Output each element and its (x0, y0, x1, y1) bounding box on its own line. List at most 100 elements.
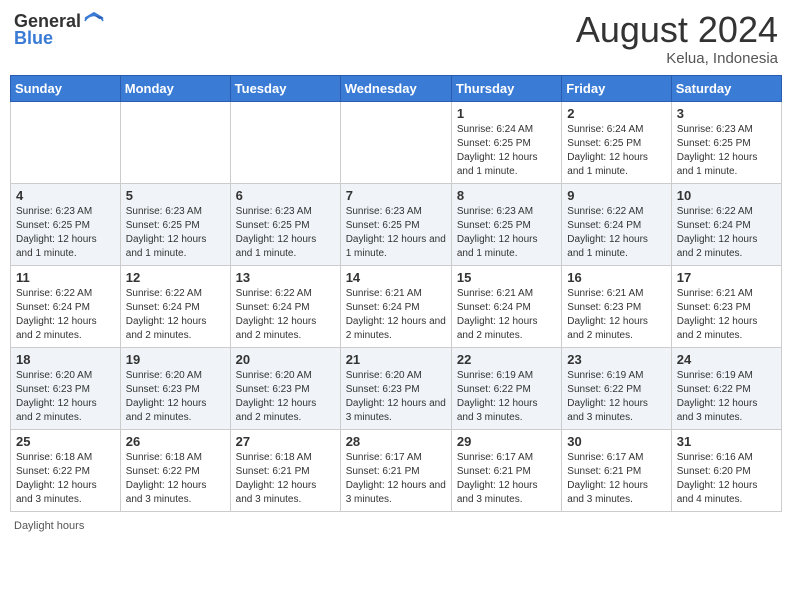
day-number: 31 (677, 434, 776, 449)
title-area: August 2024 Kelua, Indonesia (576, 10, 778, 67)
day-info: Sunrise: 6:23 AMSunset: 6:25 PMDaylight:… (677, 123, 776, 179)
day-info: Sunrise: 6:23 AMSunset: 6:25 PMDaylight:… (236, 205, 335, 261)
calendar-week-2: 4Sunrise: 6:23 AMSunset: 6:25 PMDaylight… (11, 183, 782, 265)
day-info: Sunrise: 6:22 AMSunset: 6:24 PMDaylight:… (16, 287, 115, 343)
logo-icon (83, 10, 105, 32)
logo: General Blue (14, 10, 105, 49)
day-info: Sunrise: 6:23 AMSunset: 6:25 PMDaylight:… (346, 205, 446, 261)
day-number: 1 (457, 106, 556, 121)
calendar-dow-wednesday: Wednesday (340, 75, 451, 101)
day-info: Sunrise: 6:20 AMSunset: 6:23 PMDaylight:… (236, 369, 335, 425)
calendar-cell-12: 9 Sunrise: 6:22 AMSunset: 6:24 PMDaylight… (562, 183, 671, 265)
day-number: 22 (457, 352, 556, 367)
day-number: 5 (126, 188, 225, 203)
calendar-cell-34: 31 Sunrise: 6:16 AMSunset: 6:20 PMDayligh… (671, 429, 781, 511)
day-number: 8 (457, 188, 556, 203)
day-number: 9 (567, 188, 665, 203)
day-info: Sunrise: 6:24 AMSunset: 6:25 PMDaylight:… (567, 123, 665, 179)
day-number: 12 (126, 270, 225, 285)
calendar-cell-9: 6 Sunrise: 6:23 AMSunset: 6:25 PMDaylight… (230, 183, 340, 265)
calendar-cell-15: 12 Sunrise: 6:22 AMSunset: 6:24 PMDayligh… (120, 265, 230, 347)
day-info: Sunrise: 6:21 AMSunset: 6:24 PMDaylight:… (457, 287, 556, 343)
day-info: Sunrise: 6:17 AMSunset: 6:21 PMDaylight:… (457, 451, 556, 507)
calendar-cell-26: 23Sunrise: 6:19 AMSunset: 6:22 PMDayligh… (562, 347, 671, 429)
day-number: 25 (16, 434, 115, 449)
calendar-cell-19: 16 Sunrise: 6:21 AMSunset: 6:23 PMDayligh… (562, 265, 671, 347)
calendar-cell-6: 3 Sunrise: 6:23 AMSunset: 6:25 PMDaylight… (671, 101, 781, 183)
calendar-cell-21: 18 Sunrise: 6:20 AMSunset: 6:23 PMDayligh… (11, 347, 121, 429)
calendar-week-1: 1 Sunrise: 6:24 AMSunset: 6:25 PMDaylight… (11, 101, 782, 183)
footer-text: Daylight hours (14, 520, 84, 532)
logo-blue: Blue (14, 28, 53, 49)
calendar-cell-4: 1Sunrise: 6:24 AMSunset: 6:25 PMDaylight… (451, 101, 561, 183)
day-number: 20 (236, 352, 335, 367)
day-number: 28 (346, 434, 446, 449)
day-number: 27 (236, 434, 335, 449)
calendar-cell-1 (120, 101, 230, 183)
day-number: 19 (126, 352, 225, 367)
footer: Daylight hours (10, 520, 782, 532)
calendar-dow-sunday: Sunday (11, 75, 121, 101)
calendar-cell-2 (230, 101, 340, 183)
calendar-cell-25: 22Sunrise: 6:19 AMSunset: 6:22 PMDayligh… (451, 347, 561, 429)
calendar-dow-monday: Monday (120, 75, 230, 101)
day-info: Sunrise: 6:23 AMSunset: 6:25 PMDaylight:… (457, 205, 556, 261)
calendar-cell-30: 27Sunrise: 6:18 AMSunset: 6:21 PMDayligh… (230, 429, 340, 511)
day-info: Sunrise: 6:18 AMSunset: 6:22 PMDaylight:… (126, 451, 225, 507)
day-number: 26 (126, 434, 225, 449)
calendar-cell-7: 4Sunrise: 6:23 AMSunset: 6:25 PMDaylight… (11, 183, 121, 265)
day-number: 6 (236, 188, 335, 203)
month-title: August 2024 (576, 10, 778, 50)
day-info: Sunrise: 6:22 AMSunset: 6:24 PMDaylight:… (236, 287, 335, 343)
calendar-week-4: 18 Sunrise: 6:20 AMSunset: 6:23 PMDayligh… (11, 347, 782, 429)
day-number: 14 (346, 270, 446, 285)
day-info: Sunrise: 6:21 AMSunset: 6:23 PMDaylight:… (567, 287, 665, 343)
calendar-cell-18: 15 Sunrise: 6:21 AMSunset: 6:24 PMDayligh… (451, 265, 561, 347)
day-info: Sunrise: 6:17 AMSunset: 6:21 PMDaylight:… (346, 451, 446, 507)
calendar-cell-5: 2 Sunrise: 6:24 AMSunset: 6:25 PMDaylight… (562, 101, 671, 183)
calendar-cell-24: 21 Sunrise: 6:20 AMSunset: 6:23 PMDayligh… (340, 347, 451, 429)
calendar-dow-thursday: Thursday (451, 75, 561, 101)
calendar-cell-11: 8 Sunrise: 6:23 AMSunset: 6:25 PMDaylight… (451, 183, 561, 265)
day-number: 16 (567, 270, 665, 285)
day-info: Sunrise: 6:20 AMSunset: 6:23 PMDaylight:… (346, 369, 446, 425)
day-number: 3 (677, 106, 776, 121)
location: Kelua, Indonesia (576, 50, 778, 67)
day-info: Sunrise: 6:22 AMSunset: 6:24 PMDaylight:… (567, 205, 665, 261)
day-info: Sunrise: 6:22 AMSunset: 6:24 PMDaylight:… (126, 287, 225, 343)
calendar-dow-tuesday: Tuesday (230, 75, 340, 101)
day-info: Sunrise: 6:21 AMSunset: 6:23 PMDaylight:… (677, 287, 776, 343)
calendar-week-3: 11 Sunrise: 6:22 AMSunset: 6:24 PMDayligh… (11, 265, 782, 347)
calendar-cell-29: 26 Sunrise: 6:18 AMSunset: 6:22 PMDayligh… (120, 429, 230, 511)
day-number: 15 (457, 270, 556, 285)
day-info: Sunrise: 6:23 AMSunset: 6:25 PMDaylight:… (16, 205, 115, 261)
calendar-cell-23: 20 Sunrise: 6:20 AMSunset: 6:23 PMDayligh… (230, 347, 340, 429)
day-info: Sunrise: 6:19 AMSunset: 6:22 PMDaylight:… (567, 369, 665, 425)
day-info: Sunrise: 6:21 AMSunset: 6:24 PMDaylight:… (346, 287, 446, 343)
calendar-cell-31: 28 Sunrise: 6:17 AMSunset: 6:21 PMDayligh… (340, 429, 451, 511)
calendar-dow-friday: Friday (562, 75, 671, 101)
day-info: Sunrise: 6:18 AMSunset: 6:22 PMDaylight:… (16, 451, 115, 507)
day-number: 11 (16, 270, 115, 285)
day-number: 29 (457, 434, 556, 449)
calendar-week-5: 25 Sunrise: 6:18 AMSunset: 6:22 PMDayligh… (11, 429, 782, 511)
day-number: 7 (346, 188, 446, 203)
day-number: 2 (567, 106, 665, 121)
day-info: Sunrise: 6:20 AMSunset: 6:23 PMDaylight:… (16, 369, 115, 425)
calendar-cell-32: 29 Sunrise: 6:17 AMSunset: 6:21 PMDayligh… (451, 429, 561, 511)
page-header: General Blue August 2024 Kelua, Indonesi… (10, 10, 782, 67)
day-number: 21 (346, 352, 446, 367)
calendar-table: SundayMondayTuesdayWednesdayThursdayFrid… (10, 75, 782, 512)
calendar-dow-saturday: Saturday (671, 75, 781, 101)
calendar-header-row: SundayMondayTuesdayWednesdayThursdayFrid… (11, 75, 782, 101)
calendar-cell-14: 11 Sunrise: 6:22 AMSunset: 6:24 PMDayligh… (11, 265, 121, 347)
day-number: 30 (567, 434, 665, 449)
day-number: 24 (677, 352, 776, 367)
day-number: 18 (16, 352, 115, 367)
day-info: Sunrise: 6:16 AMSunset: 6:20 PMDaylight:… (677, 451, 776, 507)
calendar-cell-16: 13Sunrise: 6:22 AMSunset: 6:24 PMDayligh… (230, 265, 340, 347)
calendar-cell-28: 25 Sunrise: 6:18 AMSunset: 6:22 PMDayligh… (11, 429, 121, 511)
day-info: Sunrise: 6:22 AMSunset: 6:24 PMDaylight:… (677, 205, 776, 261)
day-number: 17 (677, 270, 776, 285)
day-info: Sunrise: 6:23 AMSunset: 6:25 PMDaylight:… (126, 205, 225, 261)
